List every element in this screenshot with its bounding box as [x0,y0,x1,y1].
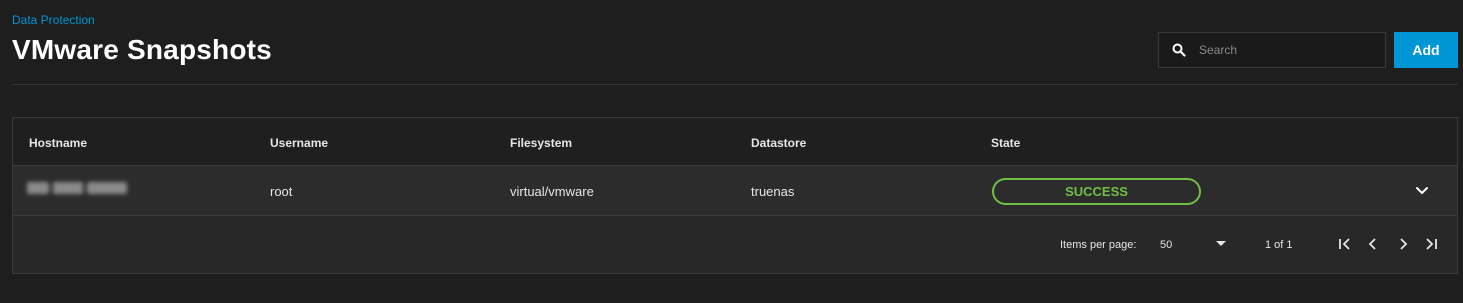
header-divider [12,84,1458,85]
cell-filesystem: virtual/vmware [510,184,594,199]
state-badge[interactable]: SUCCESS [992,178,1201,205]
paginator: Items per page: 50 1 of 1 [13,216,1457,274]
page-title: VMware Snapshots [12,34,272,65]
items-per-page-select[interactable]: 50 [1160,239,1172,251]
cell-username: root [270,184,293,199]
column-header-username[interactable]: Username [270,136,328,150]
first-page-button[interactable] [1335,234,1355,254]
search-input[interactable] [1199,33,1385,67]
search-icon [1159,43,1199,57]
previous-page-button[interactable] [1363,234,1383,254]
add-button[interactable]: Add [1394,32,1458,68]
items-per-page-label: Items per page: [1060,239,1137,251]
first-page-icon [1339,238,1350,250]
last-page-button[interactable] [1421,234,1441,254]
column-header-state[interactable]: State [991,136,1020,150]
table-header: Hostname Username Filesystem Datastore S… [13,118,1457,166]
next-page-button[interactable] [1393,234,1413,254]
chevron-down-icon [1416,187,1428,194]
search-box[interactable] [1158,32,1386,68]
snapshots-table: Hostname Username Filesystem Datastore S… [12,117,1458,274]
chevron-left-icon [1368,238,1376,250]
column-header-datastore[interactable]: Datastore [751,136,806,150]
page-range: 1 of 1 [1265,239,1293,251]
chevron-right-icon [1400,238,1408,250]
caret-down-icon[interactable] [1216,241,1226,246]
table-row[interactable]: root virtual/vmware truenas SUCCESS [13,166,1457,216]
last-page-icon [1426,238,1437,250]
column-header-hostname[interactable]: Hostname [29,136,87,150]
column-header-filesystem[interactable]: Filesystem [510,136,572,150]
hostname-redacted [27,182,127,196]
breadcrumb[interactable]: Data Protection [12,13,95,27]
cell-datastore: truenas [751,184,795,199]
expand-row-button[interactable] [1413,182,1431,200]
